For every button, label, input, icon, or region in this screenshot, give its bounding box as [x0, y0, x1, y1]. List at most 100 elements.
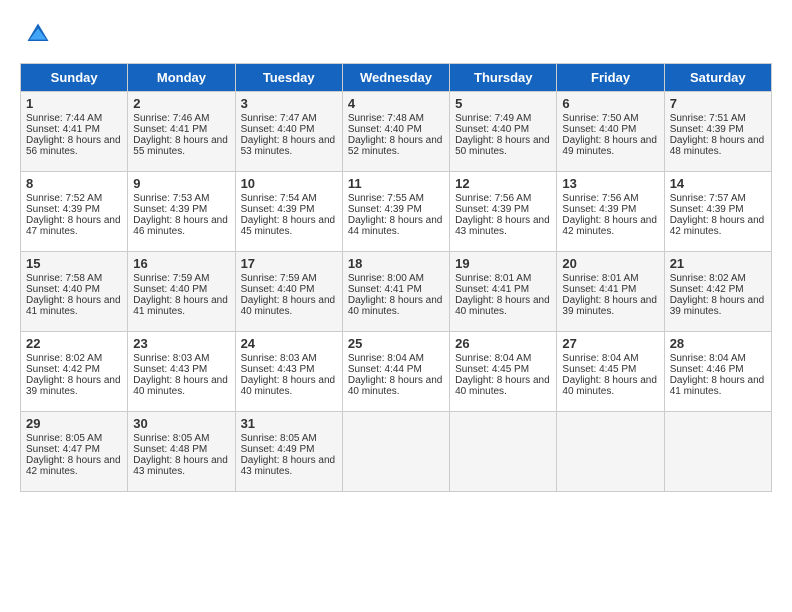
daylight-text: Daylight: 8 hours and 41 minutes. — [133, 295, 228, 317]
sunset-text: Sunset: 4:39 PM — [670, 124, 744, 135]
header-friday: Friday — [557, 64, 664, 92]
sunrise-text: Sunrise: 7:49 AM — [455, 113, 531, 124]
calendar-cell: 1Sunrise: 7:44 AMSunset: 4:41 PMDaylight… — [21, 92, 128, 172]
calendar-cell: 30 Sunrise: 8:05 AMSunset: 4:48 PMDayligh… — [128, 412, 235, 492]
sunset-text: Sunset: 4:40 PM — [133, 284, 207, 295]
daylight-text: Daylight: 8 hours and 40 minutes. — [241, 295, 336, 317]
calendar-header-row: SundayMondayTuesdayWednesdayThursdayFrid… — [21, 64, 772, 92]
daylight-text: Daylight: 8 hours and 52 minutes. — [348, 135, 443, 157]
calendar-cell: 17Sunrise: 7:59 AMSunset: 4:40 PMDayligh… — [235, 252, 342, 332]
sunset-text: Sunset: 4:39 PM — [562, 204, 636, 215]
calendar-cell: 12Sunrise: 7:56 AMSunset: 4:39 PMDayligh… — [450, 172, 557, 252]
sunrise-text: Sunrise: 7:51 AM — [670, 113, 746, 124]
sunset-text: Sunset: 4:42 PM — [670, 284, 744, 295]
sunrise-text: Sunrise: 7:56 AM — [562, 193, 638, 204]
calendar-cell: 11Sunrise: 7:55 AMSunset: 4:39 PMDayligh… — [342, 172, 449, 252]
day-number: 12 — [455, 176, 551, 191]
day-number: 8 — [26, 176, 122, 191]
daylight-text: Daylight: 8 hours and 40 minutes. — [348, 375, 443, 397]
sunset-text: Sunset: 4:39 PM — [241, 204, 315, 215]
day-number: 9 — [133, 176, 229, 191]
day-number: 10 — [241, 176, 337, 191]
calendar-cell: 21Sunrise: 8:02 AMSunset: 4:42 PMDayligh… — [664, 252, 771, 332]
day-number: 15 — [26, 256, 122, 271]
sunset-text: Sunset: 4:44 PM — [348, 364, 422, 375]
sunset-text: Sunset: 4:43 PM — [241, 364, 315, 375]
header-thursday: Thursday — [450, 64, 557, 92]
calendar-cell: 27Sunrise: 8:04 AMSunset: 4:45 PMDayligh… — [557, 332, 664, 412]
day-number: 4 — [348, 96, 444, 111]
header-wednesday: Wednesday — [342, 64, 449, 92]
sunrise-text: Sunrise: 8:03 AM — [241, 353, 317, 364]
calendar-cell: 29Sunrise: 8:05 AMSunset: 4:47 PMDayligh… — [21, 412, 128, 492]
sunrise-text: Sunrise: 7:54 AM — [241, 193, 317, 204]
day-number: 29 — [26, 416, 122, 431]
sunset-text: Sunset: 4:41 PM — [133, 124, 207, 135]
day-number: 16 — [133, 256, 229, 271]
sunset-text: Sunset: 4:45 PM — [562, 364, 636, 375]
daylight-text: Daylight: 8 hours and 45 minutes. — [241, 215, 336, 237]
header-tuesday: Tuesday — [235, 64, 342, 92]
sunset-text: Sunset: 4:40 PM — [241, 124, 315, 135]
daylight-text: Daylight: 8 hours and 53 minutes. — [241, 135, 336, 157]
sunrise-text: Sunrise: 8:02 AM — [26, 353, 102, 364]
sunrise-text: Sunrise: 8:05 AM — [133, 433, 209, 444]
day-number: 7 — [670, 96, 766, 111]
calendar-cell: 20Sunrise: 8:01 AMSunset: 4:41 PMDayligh… — [557, 252, 664, 332]
daylight-text: Daylight: 8 hours and 40 minutes. — [133, 375, 228, 397]
sunrise-text: Sunrise: 8:04 AM — [670, 353, 746, 364]
calendar-cell: 22Sunrise: 8:02 AMSunset: 4:42 PMDayligh… — [21, 332, 128, 412]
calendar-week-3: 15Sunrise: 7:58 AMSunset: 4:40 PMDayligh… — [21, 252, 772, 332]
daylight-text: Daylight: 8 hours and 55 minutes. — [133, 135, 228, 157]
sunset-text: Sunset: 4:45 PM — [455, 364, 529, 375]
sunrise-text: Sunrise: 7:56 AM — [455, 193, 531, 204]
day-number: 21 — [670, 256, 766, 271]
calendar-week-5: 29Sunrise: 8:05 AMSunset: 4:47 PMDayligh… — [21, 412, 772, 492]
sunset-text: Sunset: 4:43 PM — [133, 364, 207, 375]
daylight-text: Daylight: 8 hours and 40 minutes. — [348, 295, 443, 317]
sunset-text: Sunset: 4:48 PM — [133, 444, 207, 455]
sunrise-text: Sunrise: 8:05 AM — [241, 433, 317, 444]
sunrise-text: Sunrise: 7:59 AM — [133, 273, 209, 284]
calendar-cell: 18Sunrise: 8:00 AMSunset: 4:41 PMDayligh… — [342, 252, 449, 332]
day-number: 17 — [241, 256, 337, 271]
calendar-cell: 28Sunrise: 8:04 AMSunset: 4:46 PMDayligh… — [664, 332, 771, 412]
daylight-text: Daylight: 8 hours and 42 minutes. — [26, 455, 121, 477]
calendar-cell: 3Sunrise: 7:47 AMSunset: 4:40 PMDaylight… — [235, 92, 342, 172]
sunrise-text: Sunrise: 7:52 AM — [26, 193, 102, 204]
daylight-text: Daylight: 8 hours and 46 minutes. — [133, 215, 228, 237]
calendar-cell: 6Sunrise: 7:50 AMSunset: 4:40 PMDaylight… — [557, 92, 664, 172]
day-number: 30 — [133, 416, 229, 431]
daylight-text: Daylight: 8 hours and 41 minutes. — [26, 295, 121, 317]
daylight-text: Daylight: 8 hours and 43 minutes. — [241, 455, 336, 477]
calendar-cell: 31 Sunrise: 8:05 AMSunset: 4:49 PMDayligh… — [235, 412, 342, 492]
day-number: 31 — [241, 416, 337, 431]
sunset-text: Sunset: 4:49 PM — [241, 444, 315, 455]
daylight-text: Daylight: 8 hours and 40 minutes. — [455, 375, 550, 397]
day-number: 3 — [241, 96, 337, 111]
daylight-text: Daylight: 8 hours and 43 minutes. — [133, 455, 228, 477]
sunrise-text: Sunrise: 7:59 AM — [241, 273, 317, 284]
calendar-cell: 2Sunrise: 7:46 AMSunset: 4:41 PMDaylight… — [128, 92, 235, 172]
sunrise-text: Sunrise: 8:04 AM — [562, 353, 638, 364]
day-number: 20 — [562, 256, 658, 271]
sunrise-text: Sunrise: 8:04 AM — [348, 353, 424, 364]
sunset-text: Sunset: 4:41 PM — [26, 124, 100, 135]
calendar-cell: 16 Sunrise: 7:59 AMSunset: 4:40 PMDayligh… — [128, 252, 235, 332]
sunset-text: Sunset: 4:41 PM — [562, 284, 636, 295]
sunrise-text: Sunrise: 7:58 AM — [26, 273, 102, 284]
sunset-text: Sunset: 4:46 PM — [670, 364, 744, 375]
header-saturday: Saturday — [664, 64, 771, 92]
daylight-text: Daylight: 8 hours and 50 minutes. — [455, 135, 550, 157]
calendar-cell: 15Sunrise: 7:58 AMSunset: 4:40 PMDayligh… — [21, 252, 128, 332]
sunset-text: Sunset: 4:39 PM — [455, 204, 529, 215]
day-number: 28 — [670, 336, 766, 351]
sunrise-text: Sunrise: 8:01 AM — [562, 273, 638, 284]
calendar-cell — [664, 412, 771, 492]
day-number: 6 — [562, 96, 658, 111]
daylight-text: Daylight: 8 hours and 47 minutes. — [26, 215, 121, 237]
sunrise-text: Sunrise: 8:00 AM — [348, 273, 424, 284]
day-number: 11 — [348, 176, 444, 191]
daylight-text: Daylight: 8 hours and 40 minutes. — [241, 375, 336, 397]
sunset-text: Sunset: 4:39 PM — [26, 204, 100, 215]
